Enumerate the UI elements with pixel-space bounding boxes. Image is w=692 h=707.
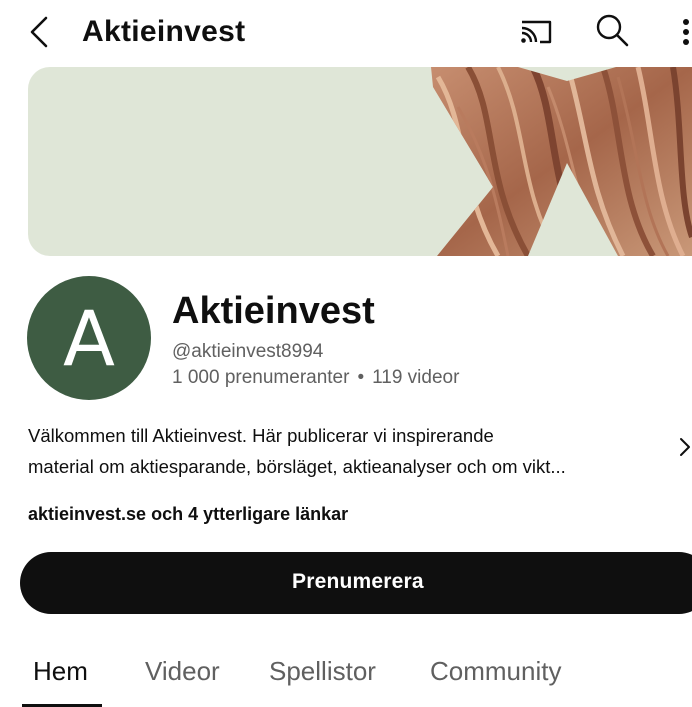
description-line-2: material om aktiesparande, börsläget, ak… bbox=[28, 456, 566, 477]
subscriber-count: 1 000 prenumeranter bbox=[172, 367, 350, 388]
tab-videos[interactable]: Videor bbox=[145, 654, 220, 688]
banner-artwork bbox=[431, 67, 692, 256]
description-expand-button[interactable] bbox=[676, 432, 692, 462]
cast-icon bbox=[521, 20, 552, 44]
tab-home[interactable]: Hem bbox=[33, 654, 88, 688]
back-button[interactable] bbox=[22, 12, 58, 52]
search-icon bbox=[596, 14, 629, 47]
chevron-left-icon bbox=[30, 16, 48, 48]
channel-name: Aktieinvest bbox=[172, 290, 375, 332]
channel-description[interactable]: Välkommen till Aktieinvest. Här publicer… bbox=[28, 420, 668, 482]
video-count: 119 videor bbox=[372, 367, 460, 388]
channel-banner bbox=[28, 67, 692, 256]
subscribe-button[interactable]: Prenumerera bbox=[20, 552, 692, 614]
avatar-letter: A bbox=[63, 293, 115, 383]
description-line-1: Välkommen till Aktieinvest. Här publicer… bbox=[28, 425, 494, 446]
stats-separator: • bbox=[357, 367, 365, 388]
more-vert-icon bbox=[683, 19, 689, 45]
channel-tabs: Hem Videor Spellistor Community bbox=[0, 640, 692, 707]
top-app-bar: Aktieinvest bbox=[0, 0, 692, 64]
more-options-button[interactable] bbox=[672, 10, 692, 54]
chevron-right-icon bbox=[680, 438, 690, 456]
page-title: Aktieinvest bbox=[82, 15, 246, 48]
tab-community[interactable]: Community bbox=[430, 654, 561, 688]
search-button[interactable] bbox=[592, 10, 632, 50]
channel-stats: 1 000 prenumeranter • 119 videor bbox=[172, 366, 459, 390]
channel-handle: @aktieinvest8994 bbox=[172, 341, 324, 362]
channel-avatar[interactable]: A bbox=[27, 276, 151, 400]
subscribe-label: Prenumerera bbox=[292, 570, 424, 593]
tab-playlists[interactable]: Spellistor bbox=[269, 654, 376, 688]
cast-button[interactable] bbox=[516, 14, 556, 50]
channel-links[interactable]: aktieinvest.se och 4 ytterligare länkar bbox=[28, 500, 348, 528]
